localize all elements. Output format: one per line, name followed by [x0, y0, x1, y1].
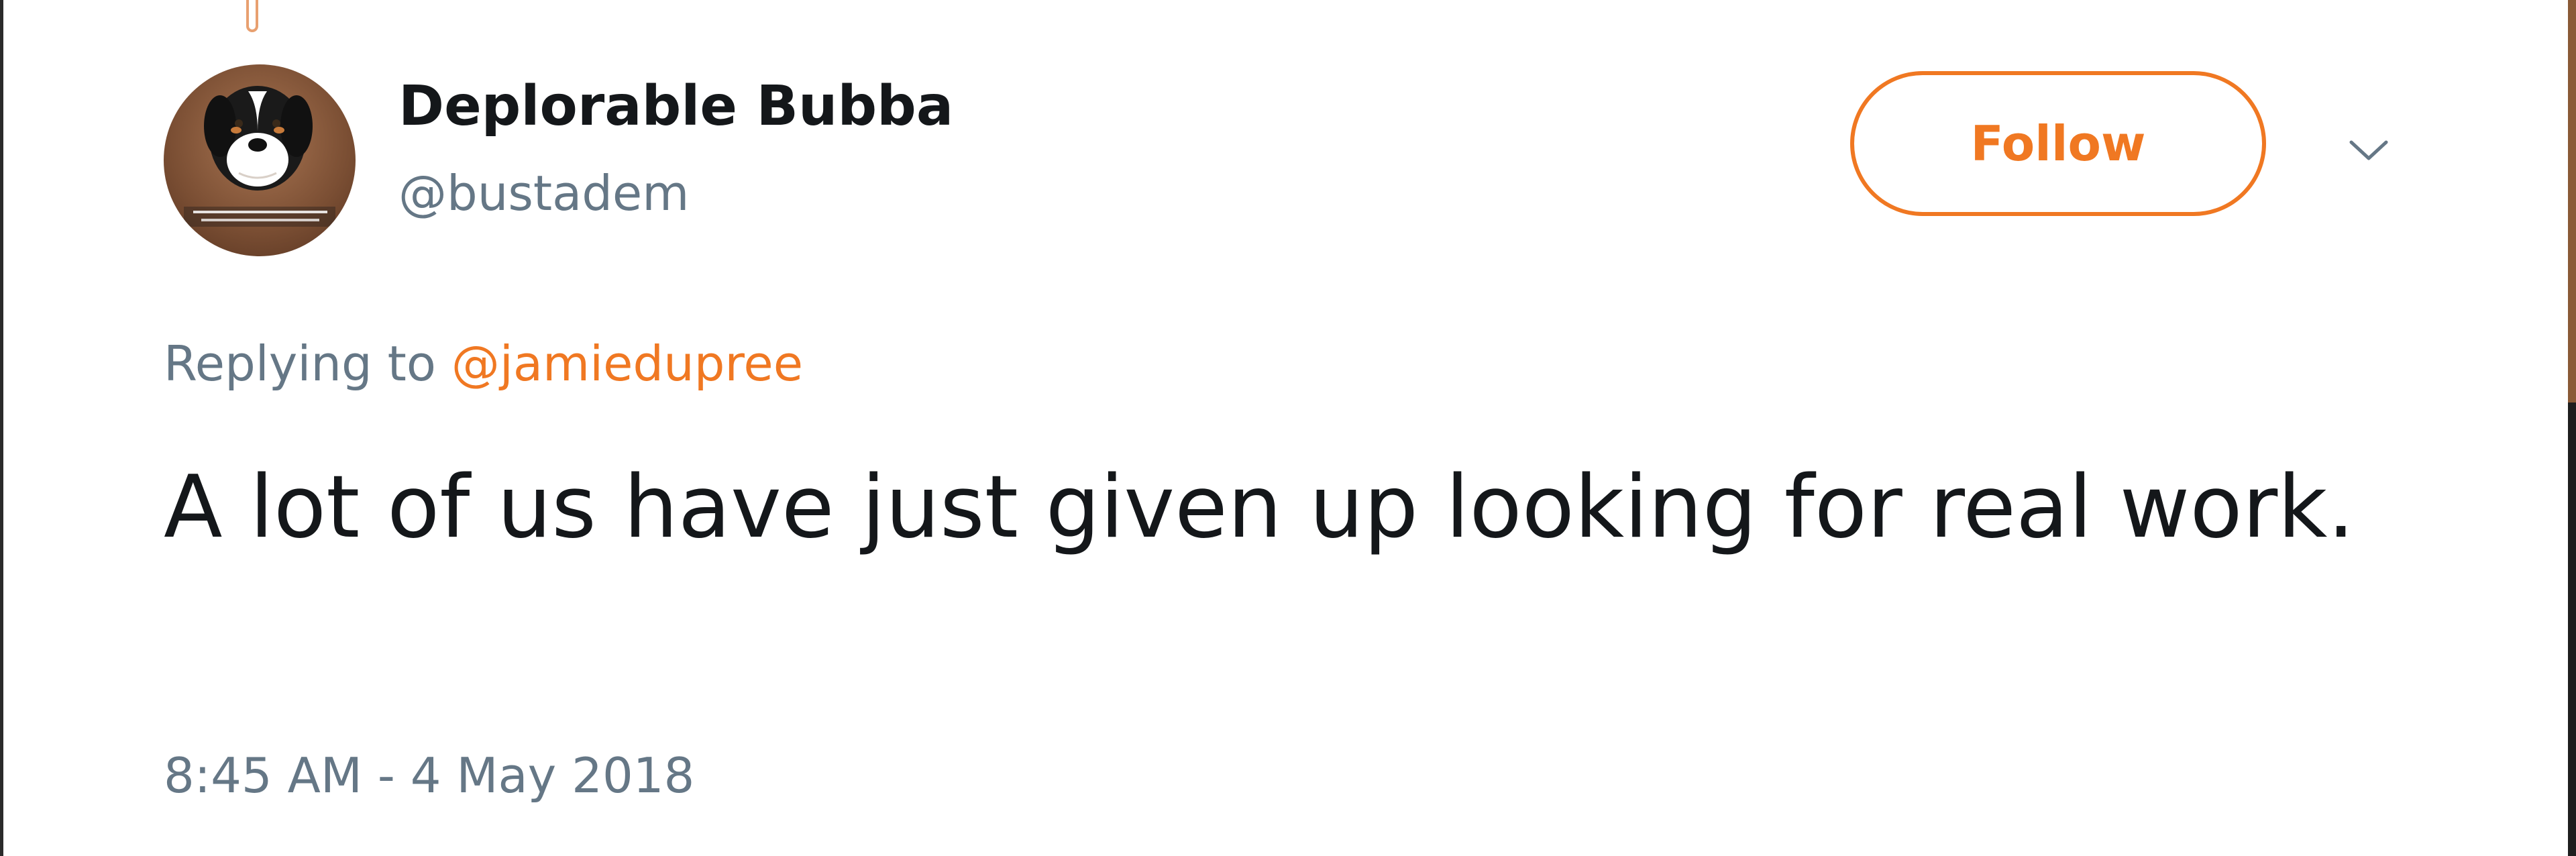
scrollbar-accent: [2568, 0, 2576, 403]
window-right-border: [2568, 0, 2576, 856]
dog-avatar-icon: [184, 86, 335, 227]
reply-prefix: Replying to: [164, 335, 451, 392]
tweet-text: A lot of us have just given up looking f…: [164, 458, 2355, 557]
reply-mention-link[interactable]: @jamiedupree: [451, 335, 803, 392]
tweet-timestamp[interactable]: 8:45 AM - 4 May 2018: [164, 751, 694, 800]
chevron-down-icon: [2349, 140, 2388, 160]
reply-context: Replying to @jamiedupree: [164, 339, 803, 388]
follow-button[interactable]: Follow: [1850, 71, 2266, 216]
author-avatar[interactable]: [164, 64, 356, 256]
more-options-button[interactable]: [2339, 123, 2399, 177]
author-handle[interactable]: @bustadem: [398, 169, 689, 217]
tweet-card: Deplorable Bubba @bustadem Follow Replyi…: [0, 0, 2568, 856]
author-display-name[interactable]: Deplorable Bubba: [398, 79, 953, 134]
